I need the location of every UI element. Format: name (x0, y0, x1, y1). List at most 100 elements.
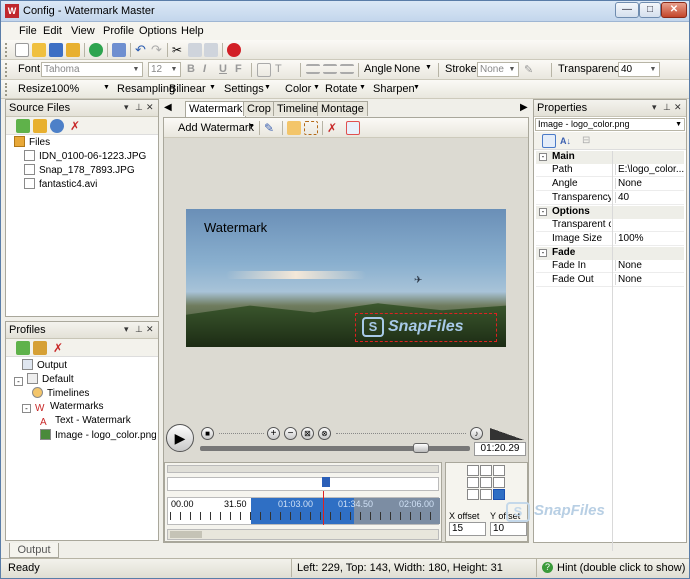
close-icon[interactable]: ✕ (146, 102, 154, 113)
property-value[interactable]: None (615, 274, 685, 285)
resampling-dropdown[interactable]: Bilinear (169, 83, 206, 95)
timeline-scrollbar[interactable] (167, 529, 439, 540)
collapse-icon[interactable]: - (22, 404, 31, 413)
categorized-icon[interactable] (542, 134, 556, 148)
property-divider[interactable] (612, 151, 613, 551)
file-item[interactable]: Snap_178_7893.JPG (24, 164, 135, 176)
flask-icon[interactable] (112, 43, 126, 57)
align-center-icon[interactable] (323, 64, 337, 74)
close-icon[interactable]: ✕ (674, 102, 682, 113)
property-row[interactable]: Fade In None (536, 260, 684, 273)
remove-icon[interactable]: ✗ (70, 119, 84, 133)
stop-icon[interactable] (227, 43, 241, 57)
undo-icon[interactable]: ↶ (135, 43, 149, 57)
output-tab[interactable]: Output (9, 543, 59, 558)
property-value[interactable]: E:\logo_color.... (615, 164, 685, 175)
image-watermark-node[interactable]: Image - logo_color.png (40, 429, 157, 441)
folder-icon[interactable] (66, 43, 80, 57)
property-value[interactable]: 40 (615, 192, 685, 203)
edit-icon[interactable]: ✎ (264, 121, 278, 135)
layer-up-icon[interactable] (287, 121, 301, 135)
maximize-button[interactable]: □ (639, 2, 661, 18)
dropdown-icon[interactable]: ▾ (124, 324, 129, 335)
pos-cell[interactable] (467, 489, 479, 500)
menu-help[interactable]: Help (181, 25, 204, 37)
menu-view[interactable]: View (71, 25, 95, 37)
property-value[interactable]: None (615, 260, 685, 271)
edit-profile-icon[interactable] (33, 341, 47, 355)
actual-size-button[interactable]: ⊗ (318, 427, 331, 440)
dropdown-icon[interactable]: ▾ (124, 102, 129, 113)
pos-cell[interactable] (493, 465, 505, 476)
y-offset-input[interactable]: 10 (490, 522, 527, 536)
fit-button[interactable]: ⊠ (301, 427, 314, 440)
property-row[interactable]: Transparent co (536, 219, 684, 232)
toolbar-grip[interactable] (5, 43, 8, 57)
menu-profile[interactable]: Profile (103, 25, 134, 37)
scrollbar-thumb[interactable] (170, 531, 202, 538)
seek-thumb[interactable] (413, 443, 430, 453)
menu-file[interactable]: File (19, 25, 37, 37)
font-size-select[interactable]: 12 ▼ (148, 62, 181, 77)
position-grid[interactable] (467, 465, 507, 503)
cut-icon[interactable]: ✂ (172, 43, 186, 57)
collapse-icon[interactable]: - (539, 208, 547, 216)
tab-crop[interactable]: Crop (243, 101, 275, 116)
add-folder-icon[interactable] (33, 119, 47, 133)
open-icon[interactable] (32, 43, 46, 57)
zoom-in-button[interactable]: + (267, 427, 280, 440)
output-node[interactable]: Output (22, 359, 67, 371)
add-watermark-button[interactable]: Add Watermark (178, 122, 254, 134)
seek-track[interactable] (200, 446, 470, 451)
property-value[interactable]: 100% (615, 233, 685, 244)
close-button[interactable]: ✕ (661, 2, 687, 18)
text-watermark[interactable]: Watermark (204, 220, 267, 235)
settings-menu[interactable]: Settings (224, 83, 264, 95)
timelines-node[interactable]: Timelines (32, 387, 89, 399)
preview-image[interactable]: ✈ Watermark S SnapFiles (186, 209, 506, 347)
property-row[interactable]: Path E:\logo_color.... (536, 164, 685, 177)
play-icon[interactable] (89, 43, 103, 57)
status-hint[interactable]: Hint (double click to show) (557, 562, 685, 574)
pos-cell[interactable] (493, 477, 505, 488)
files-root[interactable]: Files (14, 136, 50, 148)
pin-icon[interactable]: ⊥ (663, 102, 671, 113)
redo-icon[interactable]: ↷ (151, 43, 165, 57)
property-group-main[interactable]: - Main (536, 151, 684, 164)
save-icon[interactable] (49, 43, 63, 57)
property-value[interactable]: None (615, 178, 685, 189)
property-group-options[interactable]: - Options (536, 206, 684, 219)
volume-button[interactable]: ♪ (470, 427, 483, 440)
text-color-icon[interactable]: T (275, 63, 289, 77)
property-row[interactable]: Transparency 40 (536, 192, 684, 205)
default-node[interactable]: - Default (14, 373, 74, 386)
fit-view-icon[interactable] (346, 121, 360, 135)
collapse-icon[interactable]: - (539, 249, 547, 257)
copy-icon[interactable] (188, 43, 202, 57)
pos-cell[interactable] (480, 465, 492, 476)
new-icon[interactable] (15, 43, 29, 57)
file-item[interactable]: IDN_0100-06-1223.JPG (24, 150, 146, 162)
file-item[interactable]: fantastic4.avi (24, 178, 97, 190)
menu-options[interactable]: Options (139, 25, 177, 37)
timeline-marker[interactable] (322, 477, 330, 487)
layer-down-icon[interactable] (304, 121, 318, 135)
stop-button[interactable]: ■ (201, 427, 214, 440)
pos-cell[interactable] (467, 465, 479, 476)
volume-slider[interactable] (490, 428, 524, 440)
stroke-select[interactable]: None ▼ (477, 62, 519, 77)
menu-edit[interactable]: Edit (43, 25, 62, 37)
paste-icon[interactable] (204, 43, 218, 57)
toolbar-grip[interactable] (5, 83, 8, 96)
property-group-fade[interactable]: - Fade (536, 247, 684, 260)
pos-cell[interactable] (467, 477, 479, 488)
property-pages-icon[interactable]: ⊟ (582, 134, 596, 148)
image-watermark-selection[interactable]: S SnapFiles (355, 313, 497, 342)
font-select[interactable]: Tahoma ▼ (41, 62, 143, 77)
property-row[interactable]: Angle None (536, 178, 684, 191)
pen-icon[interactable]: ✎ (524, 63, 538, 77)
pin-icon[interactable]: ⊥ (135, 324, 143, 335)
playhead[interactable] (323, 491, 324, 525)
toolbar-grip[interactable] (5, 63, 8, 77)
properties-selector[interactable]: Image - logo_color.png ▼ (535, 118, 685, 131)
